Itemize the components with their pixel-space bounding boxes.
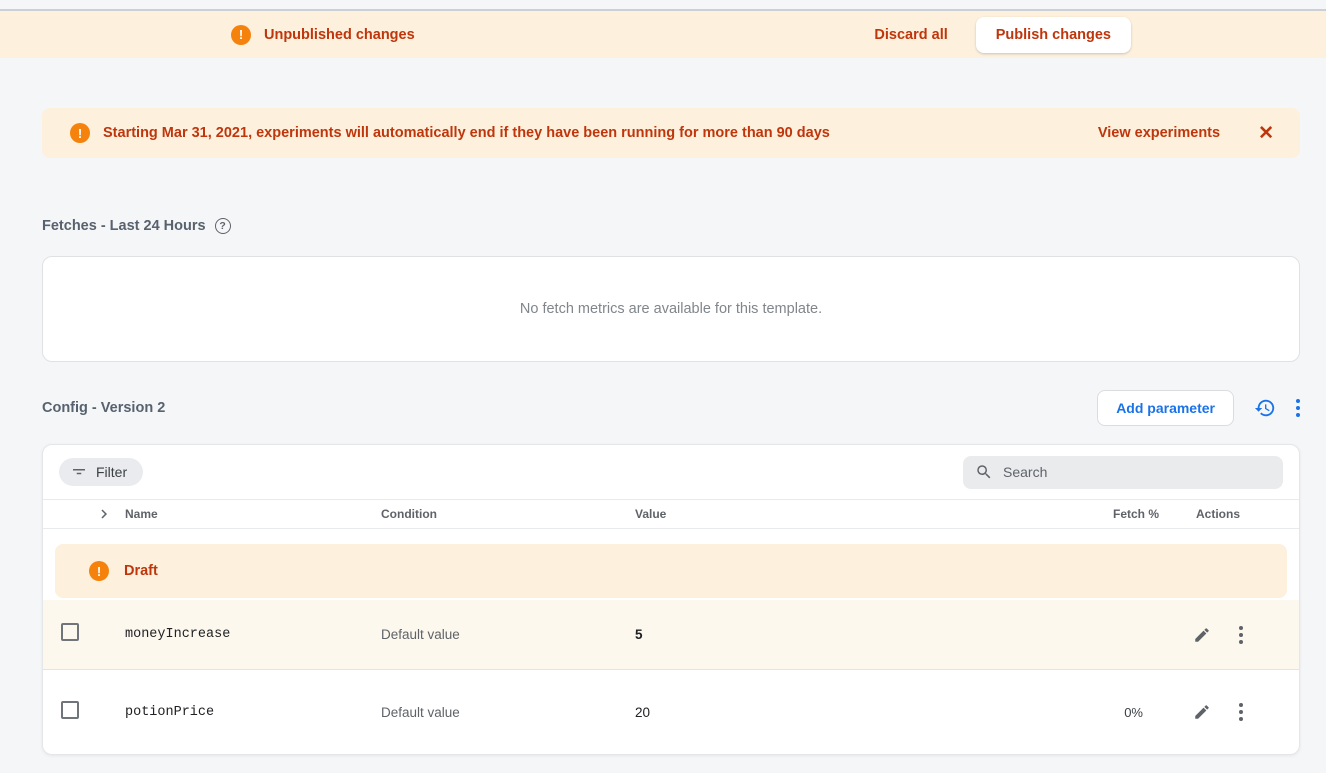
parameter-condition: Default value xyxy=(381,705,635,720)
fetches-section-title: Fetches - Last 24 Hours ? xyxy=(42,218,1300,234)
fetches-title-label: Fetches - Last 24 Hours xyxy=(42,218,206,234)
row-checkbox[interactable] xyxy=(61,623,79,641)
warning-icon: ! xyxy=(89,561,109,581)
table-row: moneyIncrease Default value 5 xyxy=(43,600,1299,670)
search-input[interactable] xyxy=(1003,464,1271,480)
expand-all-chevron-icon[interactable] xyxy=(95,505,125,523)
parameter-rows: moneyIncrease Default value 5 potionPric… xyxy=(43,600,1299,754)
config-table-card: Filter Name Condition Value Fetch % Acti… xyxy=(42,444,1300,755)
parameter-value: 5 xyxy=(635,627,1089,642)
unpublished-changes-label: Unpublished changes xyxy=(264,27,415,43)
view-experiments-link[interactable]: View experiments xyxy=(1098,125,1220,141)
warning-icon: ! xyxy=(231,25,251,45)
column-header-name: Name xyxy=(125,507,381,521)
no-metrics-message: No fetch metrics are available for this … xyxy=(520,301,822,317)
top-strip xyxy=(0,0,1326,11)
notice-message: Starting Mar 31, 2021, experiments will … xyxy=(103,125,830,141)
close-icon[interactable]: ✕ xyxy=(1258,124,1274,143)
row-menu-kebab-icon[interactable] xyxy=(1239,703,1243,721)
search-icon xyxy=(975,463,993,481)
edit-pencil-icon[interactable] xyxy=(1193,626,1211,644)
table-header-row: Name Condition Value Fetch % Actions xyxy=(43,499,1299,529)
unpublished-changes-bar: ! Unpublished changes Discard all Publis… xyxy=(0,11,1326,58)
config-menu-kebab-icon[interactable] xyxy=(1296,399,1300,417)
parameter-name: moneyIncrease xyxy=(125,627,381,642)
main-content: ! Starting Mar 31, 2021, experiments wil… xyxy=(0,108,1326,755)
experiments-notice-banner: ! Starting Mar 31, 2021, experiments wil… xyxy=(42,108,1300,158)
row-menu-kebab-icon[interactable] xyxy=(1239,626,1243,644)
parameter-value: 20 xyxy=(635,705,1089,720)
parameter-name: potionPrice xyxy=(125,705,381,720)
help-icon[interactable]: ? xyxy=(215,218,231,234)
column-header-fetch: Fetch % xyxy=(1089,507,1159,521)
config-section-header: Config - Version 2 Add parameter xyxy=(42,390,1300,426)
search-box xyxy=(963,456,1283,489)
config-title-label: Config - Version 2 xyxy=(42,400,165,416)
add-parameter-button[interactable]: Add parameter xyxy=(1097,390,1234,426)
filter-label: Filter xyxy=(96,464,127,480)
version-history-icon[interactable] xyxy=(1254,397,1276,419)
table-row: potionPrice Default value 20 0% xyxy=(43,670,1299,754)
draft-banner: ! Draft xyxy=(55,544,1287,598)
parameter-fetch-percent: 0% xyxy=(1089,705,1159,720)
warning-icon: ! xyxy=(70,123,90,143)
discard-all-button[interactable]: Discard all xyxy=(874,27,947,43)
publish-changes-button[interactable]: Publish changes xyxy=(976,17,1131,53)
parameter-condition: Default value xyxy=(381,627,635,642)
filter-icon xyxy=(70,463,88,481)
column-header-value: Value xyxy=(635,507,1089,521)
filter-chip[interactable]: Filter xyxy=(59,458,143,486)
row-checkbox[interactable] xyxy=(61,701,79,719)
config-title: Config - Version 2 xyxy=(42,400,165,416)
edit-pencil-icon[interactable] xyxy=(1193,703,1211,721)
column-header-actions: Actions xyxy=(1159,507,1277,521)
fetch-metrics-card: No fetch metrics are available for this … xyxy=(42,256,1300,362)
column-header-condition: Condition xyxy=(381,507,635,521)
draft-label: Draft xyxy=(124,563,158,579)
table-toolbar: Filter xyxy=(43,445,1299,499)
